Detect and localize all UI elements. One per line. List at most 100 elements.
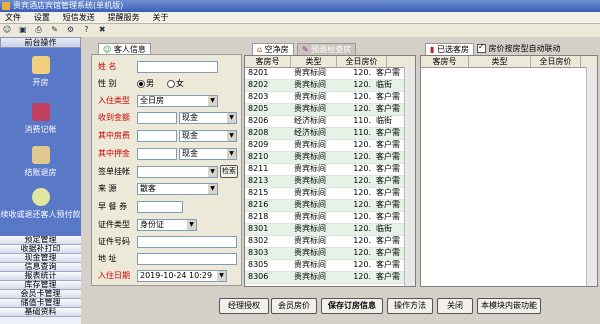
- checkout-icon: [31, 146, 50, 164]
- table-row[interactable]: 8201 贵宾标间 120. 客户需: [245, 68, 415, 80]
- table-row[interactable]: 8209 贵宾标间 120. 客户需: [245, 140, 415, 152]
- breakfast-label: 早 餐 券: [98, 202, 128, 211]
- auto-link-checkbox[interactable]: [477, 42, 486, 53]
- close-button[interactable]: 关闭: [437, 298, 473, 314]
- gender-male-radio[interactable]: [137, 79, 145, 88]
- column-room-type[interactable]: 类型: [291, 56, 337, 67]
- gender-female-option[interactable]: 女: [167, 79, 184, 89]
- table-row[interactable]: 8205 贵宾标间 120. 客户需: [245, 104, 415, 116]
- table-row[interactable]: 8203 贵宾标间 120. 客户需: [245, 92, 415, 104]
- operation-method-button[interactable]: 操作方法: [387, 298, 433, 314]
- auto-link-option[interactable]: 房价按房型自动联动: [477, 42, 561, 54]
- cell-price: 120.: [353, 164, 371, 173]
- cell-room-no: 8208: [248, 128, 269, 137]
- menu-about[interactable]: 关于: [148, 12, 174, 23]
- table-row[interactable]: 8303 贵宾标间 120. 客户需: [245, 248, 415, 260]
- cell-room-type: 贵宾标间: [294, 236, 326, 245]
- menu-sms[interactable]: 短信发送: [58, 12, 100, 23]
- cell-note: 客户需: [376, 272, 400, 281]
- save-booking-button[interactable]: 保存订房信息: [321, 298, 383, 314]
- sidebar-item-checkout[interactable]: 结账退房: [0, 146, 81, 178]
- selected-column-room-type[interactable]: 类型: [469, 56, 531, 67]
- name-input[interactable]: [137, 61, 218, 73]
- menu-reminder[interactable]: 提醒服务: [103, 12, 145, 23]
- table-row[interactable]: 8218 贵宾标间 120. 客户需: [245, 212, 415, 224]
- sidebar-section-base-data[interactable]: 基础资料: [0, 308, 81, 317]
- table-row[interactable]: 8208 经济标间 110. 客户需: [245, 128, 415, 140]
- tools-icon[interactable]: ✎: [50, 25, 60, 35]
- cell-room-no: 8201: [248, 68, 269, 77]
- pledge-method-select[interactable]: 现金: [179, 148, 237, 160]
- source-select[interactable]: 散客: [137, 183, 218, 195]
- menu-file[interactable]: 文件: [0, 12, 26, 23]
- manager-authorize-button[interactable]: 经理授权: [219, 298, 269, 314]
- selected-table-scrollbar[interactable]: [586, 67, 597, 286]
- cell-price: 120.: [353, 224, 371, 233]
- table-row[interactable]: 8216 贵宾标间 120. 客户需: [245, 200, 415, 212]
- received-method-select[interactable]: 现金: [179, 112, 237, 124]
- window-title: 贵宾酒店宾馆管理系统(单机版): [13, 1, 124, 10]
- column-full-day-price[interactable]: 全日房价: [337, 56, 387, 67]
- menu-settings[interactable]: 设置: [29, 12, 55, 23]
- pledge-input[interactable]: [137, 148, 177, 160]
- table-row[interactable]: 8306 贵宾标间 120. 客户需: [245, 272, 415, 284]
- table-row[interactable]: 8301 贵宾标间 120. 临街: [245, 224, 415, 236]
- help-icon[interactable]: ?: [81, 25, 91, 35]
- table-row[interactable]: 8211 贵宾标间 120. 客户需: [245, 164, 415, 176]
- cell-note: 临街: [376, 116, 392, 125]
- cell-room-type: 贵宾标间: [294, 188, 326, 197]
- selected-column-price[interactable]: 全日房价: [531, 56, 581, 67]
- received-amount-input[interactable]: [137, 112, 177, 124]
- table-row[interactable]: 8202 贵宾标间 120. 临街: [245, 80, 415, 92]
- gender-female-text: 女: [176, 79, 184, 88]
- print-icon[interactable]: ⎙: [34, 25, 44, 35]
- cell-price: 120.: [353, 176, 371, 185]
- table-row[interactable]: 8213 贵宾标间 120. 客户需: [245, 176, 415, 188]
- selected-column-room-no[interactable]: 客房号: [421, 56, 469, 67]
- table-row[interactable]: 8210 贵宾标间 120. 客户需: [245, 152, 415, 164]
- search-button[interactable]: 检索: [220, 165, 238, 178]
- sidebar-item-consume[interactable]: 消费记帐: [0, 103, 81, 135]
- module-help-button[interactable]: 本模块内嵌功能: [477, 298, 541, 314]
- sidebar-header[interactable]: 前台操作: [0, 37, 81, 48]
- exit-icon[interactable]: ✖: [97, 25, 107, 35]
- gender-male-text: 男: [146, 79, 154, 88]
- room-fee-method-select[interactable]: 现金: [179, 130, 237, 142]
- sidebar-item-open-room[interactable]: 开房: [0, 56, 81, 88]
- user-icon[interactable]: ☺: [2, 25, 12, 35]
- cell-room-type: 贵宾标间: [294, 92, 326, 101]
- tab-dirty-rooms[interactable]: ✎ 预退检查房: [297, 43, 357, 55]
- gender-male-option[interactable]: 男: [137, 79, 154, 89]
- cell-room-no: 8206: [248, 116, 269, 125]
- save-icon[interactable]: ▣: [18, 25, 28, 35]
- sign-account-select[interactable]: [137, 166, 218, 178]
- open-room-icon: [31, 56, 50, 74]
- sidebar-item-deposit[interactable]: 续收或退还客人预付款: [0, 188, 81, 220]
- checkin-type-select[interactable]: 全日房: [137, 95, 218, 107]
- cell-room-type: 贵宾标间: [294, 260, 326, 269]
- cell-room-type: 贵宾标间: [294, 200, 326, 209]
- id-type-select[interactable]: 身份证: [137, 219, 197, 231]
- table-row[interactable]: 8302 贵宾标间 120. 客户需: [245, 236, 415, 248]
- gender-female-radio[interactable]: [167, 79, 175, 88]
- column-room-no[interactable]: 客房号: [245, 56, 291, 67]
- id-number-input[interactable]: [137, 236, 237, 248]
- cell-price: 120.: [353, 80, 371, 89]
- cell-room-type: 贵宾标间: [294, 152, 326, 161]
- source-label: 来 源: [98, 184, 117, 193]
- tab-empty-rooms[interactable]: ⌂ 空净房: [252, 43, 294, 55]
- sidebar-item-label: 结账退房: [24, 168, 57, 177]
- checkin-date-picker[interactable]: 2019-10-24 10:29: [137, 270, 227, 282]
- address-input[interactable]: [137, 253, 237, 265]
- table-row[interactable]: 8305 贵宾标间 120. 客户需: [245, 260, 415, 272]
- settings-icon[interactable]: ⚙: [66, 25, 76, 35]
- tab-selected-rooms[interactable]: ▮ 已选客房: [425, 43, 474, 55]
- room-table-scrollbar[interactable]: [404, 67, 415, 286]
- table-row[interactable]: 8215 贵宾标间 120. 客户需: [245, 188, 415, 200]
- table-row[interactable]: 8206 经济标间 110. 临街: [245, 116, 415, 128]
- member-price-button[interactable]: 会员房价: [271, 298, 317, 314]
- room-fee-input[interactable]: [137, 130, 177, 142]
- cell-note: 客户需: [376, 188, 400, 197]
- breakfast-input[interactable]: [137, 201, 183, 213]
- column-note: [387, 56, 403, 67]
